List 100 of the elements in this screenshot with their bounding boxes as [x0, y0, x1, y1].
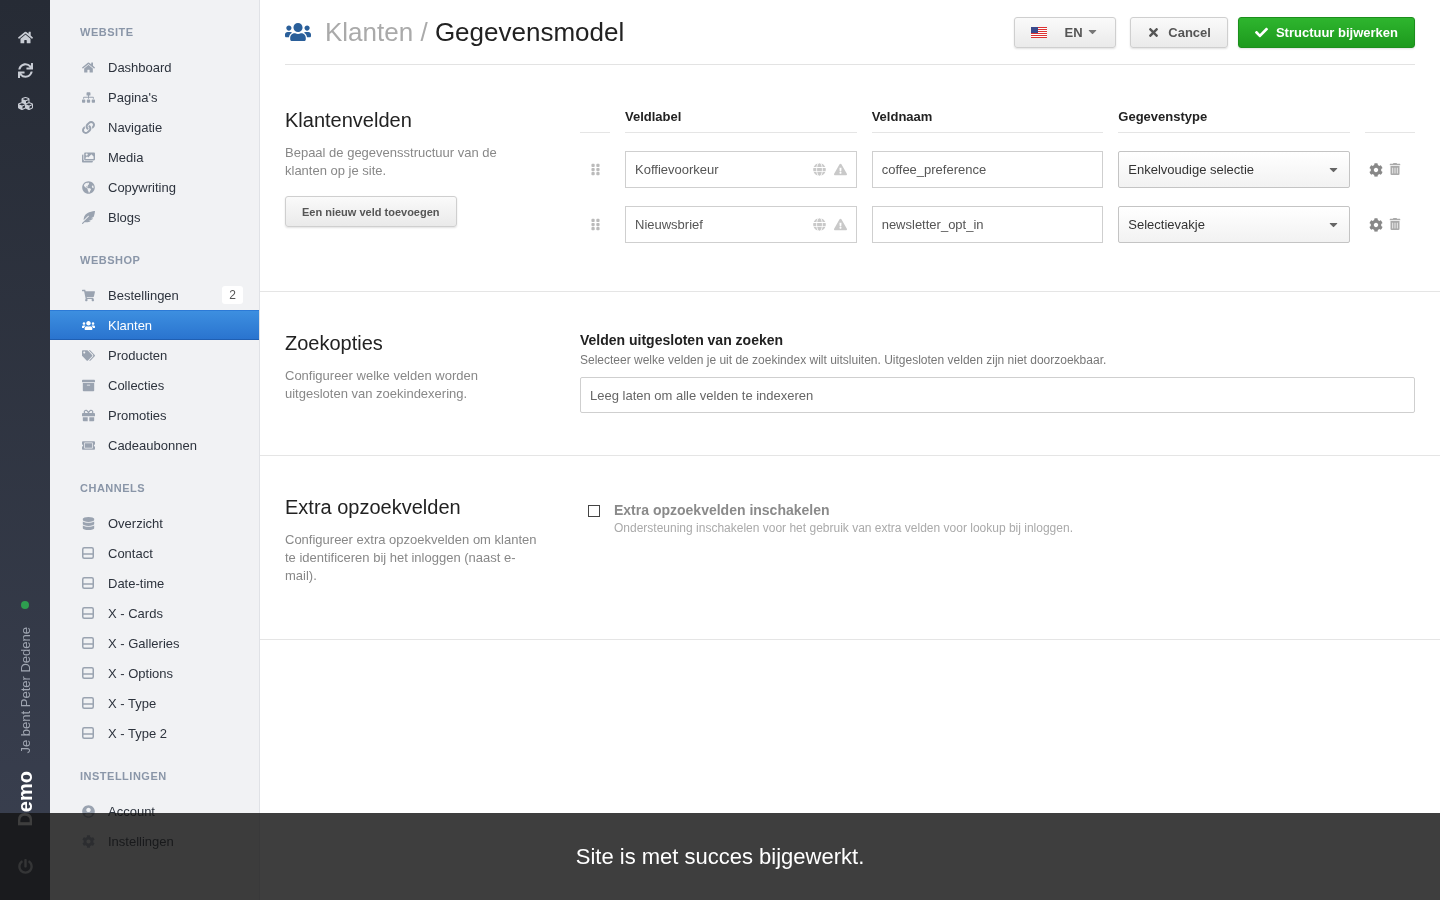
sidebar-label: Pagina's [108, 89, 159, 105]
sidebar-label: Producten [108, 347, 169, 363]
section-heading: WEBSHOP [79, 254, 142, 266]
sidebar-item[interactable]: X - Cards [50, 598, 259, 628]
sidebar-item[interactable]: X - Galleries [50, 628, 259, 658]
section-title: Zoekopties [285, 332, 384, 355]
label-field[interactable]: Nieuwsbrief [625, 206, 857, 243]
excluded-fields-input[interactable]: Leeg laten om alle velden te indexeren [580, 377, 1415, 413]
database-icon [80, 516, 96, 530]
section-description: Bepaal de gegevensstructuur van de klanten op je site. [285, 144, 498, 180]
sidebar-label: Dashboard [108, 59, 173, 75]
cart-icon [80, 288, 96, 302]
sidebar-item[interactable]: X - Type 2 [50, 718, 259, 748]
label-field[interactable]: Koffievoorkeur [625, 151, 857, 188]
panel-icon [82, 637, 94, 649]
sidebar-item[interactable]: Klanten [50, 310, 259, 340]
name-field[interactable]: newsletter_opt_in [871, 206, 1104, 243]
sidebar-label: Contact [108, 545, 154, 561]
drag-handle-icon[interactable] [588, 163, 602, 176]
sidebar-label: Date-time [108, 575, 166, 591]
checkbox-label: Extra opzoekvelden inschakelen [614, 502, 831, 518]
panel-icon [82, 577, 94, 589]
sidebar-item[interactable]: Copywriting [50, 172, 259, 202]
sidebar-item[interactable]: Bestellingen 2 [50, 280, 259, 310]
column-header: Veldlabel [625, 109, 857, 133]
settings-icon[interactable] [1369, 162, 1383, 177]
sidebar-item[interactable]: Cadeaubonnen [50, 430, 259, 460]
field-title: Velden uitgesloten van zoeken [580, 332, 785, 348]
sidebar-item[interactable]: Navigatie [50, 112, 259, 142]
sidebar-label: Collecties [108, 377, 166, 393]
home-icon[interactable] [17, 30, 33, 45]
type-select[interactable]: Enkelvoudige selectie [1118, 151, 1350, 188]
section-heading: INSTELLINGEN [79, 770, 168, 782]
ticket-icon [80, 438, 96, 452]
panel-icon [82, 727, 94, 739]
sidebar-label: Promoties [108, 407, 168, 423]
sidebar-item[interactable]: Contact [50, 538, 259, 568]
user-name: Je bent Peter Dedene [17, 626, 33, 754]
drag-handle-icon[interactable] [588, 218, 602, 231]
house-icon [80, 60, 96, 74]
panel-icon [82, 607, 94, 619]
sidebar-item[interactable]: Producten [50, 340, 259, 370]
checkbox-help: Ondersteuning inschakelen voor het gebruik van extra velden voor lookup bij inloggen. [614, 521, 1073, 535]
cubes-icon[interactable] [17, 96, 33, 111]
section-title: Klantenvelden [285, 109, 413, 132]
add-field-button[interactable]: Een nieuw veld toevoegen [285, 196, 457, 227]
section-title: Extra opzoekvelden [285, 496, 462, 519]
column-header: Veldnaam [871, 109, 1104, 133]
language-button[interactable]: EN [1013, 16, 1117, 48]
sidebar-item[interactable]: Pagina's [50, 82, 259, 112]
feather-icon [80, 210, 96, 224]
flag-icon [1030, 26, 1047, 38]
sidebar-label: Bestellingen [108, 287, 180, 303]
column-header: Gegevenstype [1118, 109, 1350, 133]
sidebar-item[interactable]: Date-time [50, 568, 259, 598]
sitemap-icon [80, 90, 96, 104]
toast-message: Site is met succes bijgewerkt. [575, 843, 865, 870]
sidebar-item[interactable]: X - Options [50, 658, 259, 688]
type-select[interactable]: Selectievakje [1118, 206, 1350, 243]
close-icon [1147, 25, 1161, 39]
sidebar-label: Klanten [108, 317, 154, 333]
sidebar-label: Cadeaubonnen [108, 437, 198, 453]
page-title: Klanten / Gegevensmodel [325, 16, 626, 48]
gift-icon [80, 408, 96, 422]
sidebar-item[interactable]: Overzicht [50, 508, 259, 538]
trash-icon[interactable] [1389, 162, 1401, 177]
section-description: Configureer welke velden worden uitgesloten van zoekindexering. [285, 367, 479, 403]
sidebar-item[interactable]: Blogs [50, 202, 259, 232]
sidebar-label: X - Type 2 [108, 725, 168, 741]
images-icon [80, 150, 96, 164]
section-heading: WEBSITE [79, 26, 135, 38]
tags-icon [80, 348, 96, 362]
check-icon [1254, 25, 1268, 39]
globe-icon [812, 218, 826, 231]
field-help: Selecteer welke velden je uit de zoekindex wilt uitsluiten. Uitgesloten velden zijn niet doorzoekbaar. [580, 353, 1108, 367]
sync-icon[interactable] [17, 63, 33, 78]
archive-icon [80, 378, 96, 392]
panel-icon [82, 547, 94, 559]
sidebar-label: X - Options [108, 665, 175, 681]
trash-icon[interactable] [1389, 217, 1401, 232]
sidebar-item[interactable]: Media [50, 142, 259, 172]
globe-icon [80, 180, 96, 194]
section-description: Configureer extra opzoekvelden om klanten te identificeren bij het inloggen (naast e-mail). [285, 531, 538, 585]
sidebar-label: X - Cards [108, 605, 164, 621]
checkbox[interactable] [588, 505, 600, 517]
name-field[interactable]: coffee_preference [871, 151, 1104, 188]
sidebar-item[interactable]: X - Type [50, 688, 259, 718]
sidebar-item[interactable]: Promoties [50, 400, 259, 430]
sidebar-label: X - Galleries [108, 635, 181, 651]
users-icon [80, 318, 96, 332]
sidebar-item[interactable]: Collecties [50, 370, 259, 400]
settings-icon[interactable] [1369, 217, 1383, 232]
count-badge: 2 [222, 286, 243, 304]
sidebar-label: Navigatie [108, 119, 164, 135]
cancel-button[interactable]: Cancel [1130, 16, 1228, 48]
warning-icon [833, 218, 847, 231]
sidebar-item[interactable]: Dashboard [50, 52, 259, 82]
sidebar-label: Blogs [108, 209, 142, 225]
section-heading: CHANNELS [79, 482, 147, 494]
panel-icon [82, 667, 94, 679]
